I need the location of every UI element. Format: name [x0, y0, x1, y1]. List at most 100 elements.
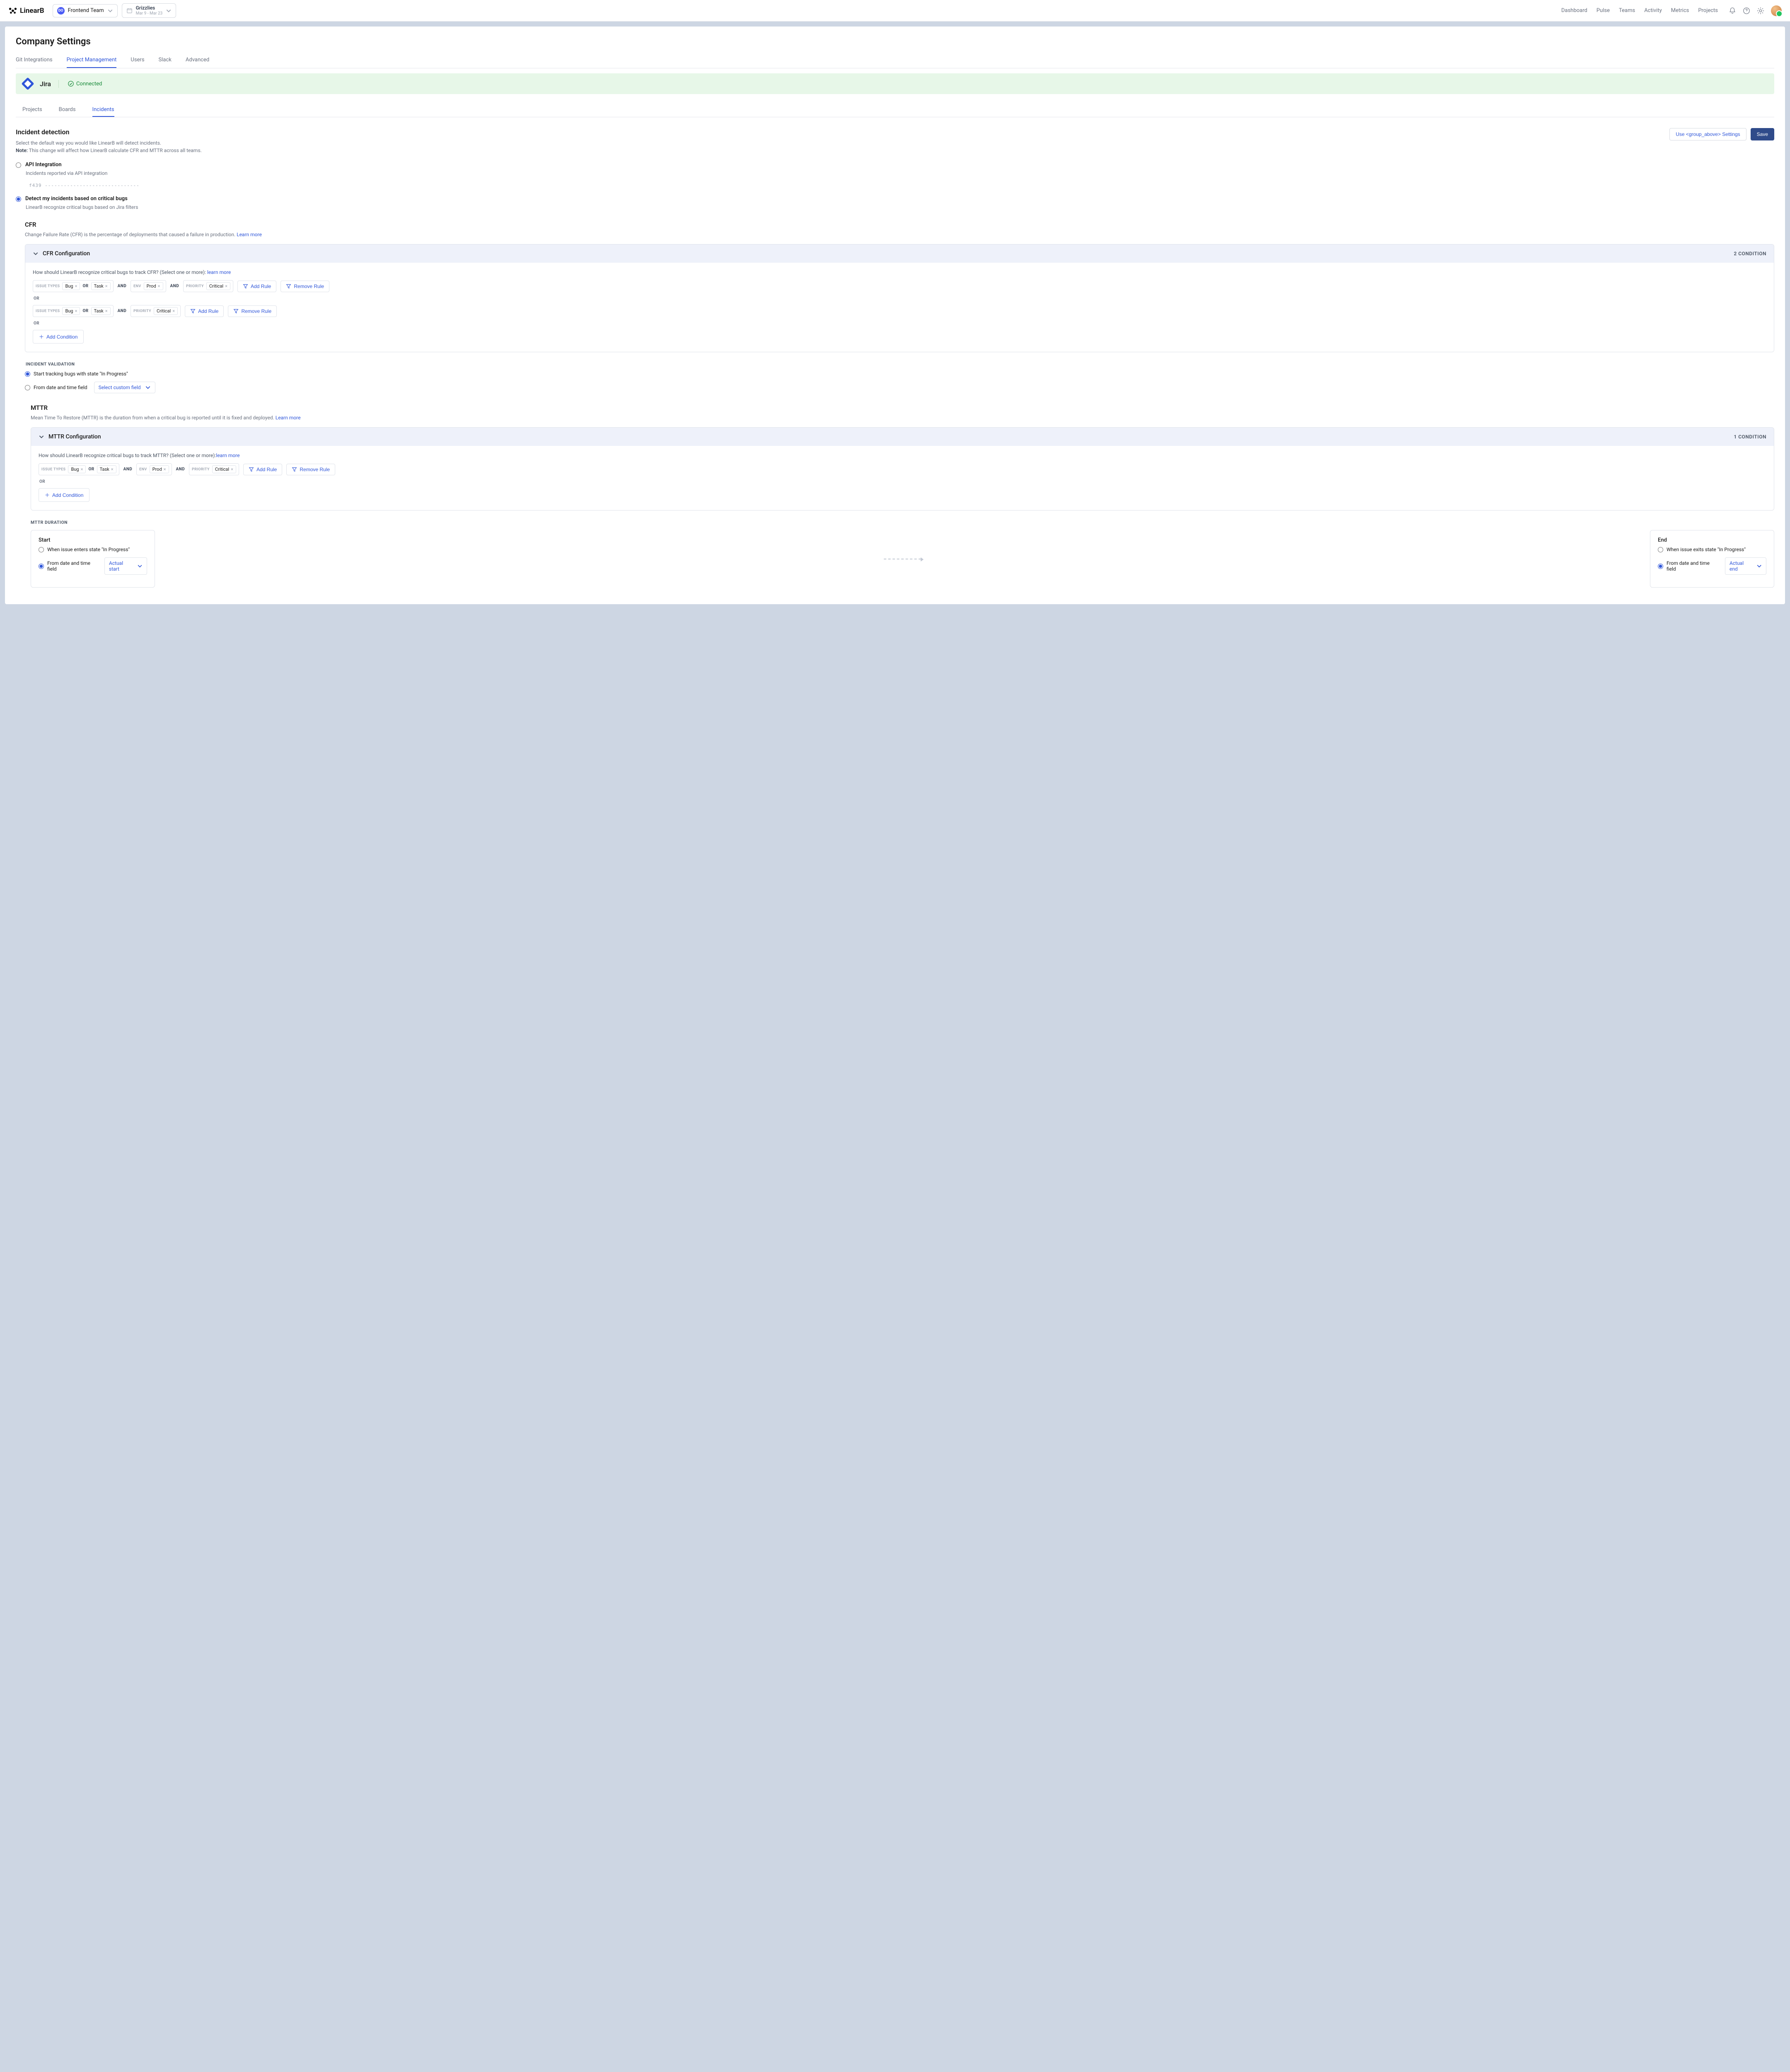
filter-icon [249, 467, 254, 472]
user-avatar[interactable] [1771, 5, 1782, 16]
or-op: OR [82, 284, 88, 288]
jira-banner: Jira Connected [16, 73, 1774, 94]
incident-actions: Use <group_above> Settings Save [1669, 128, 1774, 140]
chip-label: ENV [133, 284, 141, 288]
nav-pulse[interactable]: Pulse [1596, 7, 1610, 14]
tab-advanced[interactable]: Advanced [186, 57, 209, 68]
start-label-1: When issue enters state "In Progress" [47, 547, 130, 552]
radio-end-exit[interactable] [1658, 547, 1663, 552]
gear-icon[interactable] [1757, 7, 1764, 15]
chip-bug: Bug× [68, 465, 86, 473]
remove-chip-icon[interactable]: × [172, 308, 175, 314]
mttr-config-body: How should LinearB recognize critical bu… [31, 446, 1774, 510]
chip-label: ISSUE TYPES [36, 284, 60, 288]
nav-metrics[interactable]: Metrics [1671, 7, 1689, 14]
remove-chip-icon[interactable]: × [75, 283, 77, 289]
chip-label: ISSUE TYPES [41, 467, 65, 472]
and-op: AND [118, 284, 126, 288]
date-range-selector[interactable]: Grizzlies Mar 9 - Mar 23 [122, 3, 177, 17]
add-condition-button[interactable]: ＋Add Condition [39, 488, 90, 502]
cfr-learn-more[interactable]: learn more [207, 269, 231, 275]
start-opt-enter[interactable]: When issue enters state "In Progress" [39, 547, 147, 552]
remove-rule-button[interactable]: Remove Rule [281, 281, 329, 292]
priority-chip[interactable]: PRIORITY Critical× [183, 280, 233, 292]
filter-icon [243, 283, 248, 289]
chevron-down-icon [166, 8, 172, 14]
remove-chip-icon[interactable]: × [105, 308, 108, 314]
cfr-config-head[interactable]: CFR Configuration 2 CONDITION [25, 244, 1774, 263]
start-title: Start [39, 537, 147, 543]
nav-dashboard[interactable]: Dashboard [1561, 7, 1587, 14]
remove-chip-icon[interactable]: × [81, 467, 83, 472]
env-chip[interactable]: ENV Prod× [136, 463, 172, 475]
radio-end-date[interactable] [1658, 564, 1663, 569]
remove-chip-icon[interactable]: × [225, 283, 227, 289]
option-api-integration[interactable]: API Integration [16, 162, 1774, 168]
remove-chip-icon[interactable]: × [75, 308, 77, 314]
remove-chip-icon[interactable]: × [105, 283, 108, 289]
remove-chip-icon[interactable]: × [231, 467, 233, 472]
tab-git[interactable]: Git Integrations [16, 57, 53, 68]
env-chip[interactable]: ENV Prod× [131, 280, 166, 292]
nav-activity[interactable]: Activity [1644, 7, 1662, 14]
nav-teams[interactable]: Teams [1619, 7, 1635, 14]
help-icon[interactable] [1743, 7, 1750, 15]
mttr-learn-link[interactable]: Learn more [276, 415, 301, 421]
add-rule-button[interactable]: Add Rule [185, 305, 224, 317]
option-critical-bugs[interactable]: Detect my incidents based on critical bu… [16, 196, 1774, 202]
use-group-settings-button[interactable]: Use <group_above> Settings [1669, 128, 1746, 140]
bell-icon[interactable] [1729, 7, 1736, 15]
validation-opt-datefield[interactable]: From date and time field Select custom f… [25, 382, 1774, 393]
validation-opt-inprogress[interactable]: Start tracking bugs with state "In Progr… [25, 371, 1774, 377]
radio-start-date[interactable] [39, 564, 44, 569]
custom-field-select[interactable]: Select custom field [94, 382, 155, 393]
subtab-incidents[interactable]: Incidents [92, 107, 114, 117]
chip-critical: Critical× [212, 465, 236, 473]
jira-icon [21, 77, 34, 90]
radio-bugs[interactable] [16, 196, 21, 202]
incident-desc: Select the default way you would like Li… [16, 139, 202, 147]
subtab-projects[interactable]: Projects [22, 107, 42, 117]
start-opt-datefield[interactable]: From date and time field Actual start [39, 557, 147, 575]
save-button[interactable]: Save [1751, 128, 1774, 140]
tab-project-management[interactable]: Project Management [67, 57, 117, 68]
subtab-boards[interactable]: Boards [59, 107, 76, 117]
radio-api[interactable] [16, 162, 21, 168]
topbar-actions [1729, 5, 1782, 16]
remove-rule-button[interactable]: Remove Rule [286, 464, 335, 475]
cfr-rule-2: ISSUE TYPES Bug× OR Task× AND PRIORITY C… [33, 305, 1766, 317]
radio-start-enter[interactable] [39, 547, 44, 552]
issue-types-chip[interactable]: ISSUE TYPES Bug× OR Task× [39, 463, 119, 475]
remove-chip-icon[interactable]: × [158, 283, 160, 289]
end-opt-exit[interactable]: When issue exits state "In Progress" [1658, 547, 1766, 552]
mttr-desc: Mean Time To Restore (MTTR) is the durat… [31, 414, 1774, 421]
select-value: Select custom field [99, 385, 141, 390]
radio-datefield[interactable] [25, 385, 30, 390]
issue-types-chip[interactable]: ISSUE TYPES Bug× OR Task× [33, 305, 114, 317]
actual-start-select[interactable]: Actual start [104, 557, 147, 575]
plus-icon: ＋ [39, 333, 44, 340]
team-selector[interactable]: DO Frontend Team [53, 4, 118, 17]
priority-chip[interactable]: PRIORITY Critical× [189, 463, 239, 475]
detection-options: API Integration Incidents reported via A… [16, 162, 1774, 210]
mttr-config-head[interactable]: MTTR Configuration 1 CONDITION [31, 428, 1774, 446]
api-code: f439 ------------------------------ [29, 183, 1774, 188]
end-opt-datefield[interactable]: From date and time field Actual end [1658, 557, 1766, 575]
radio-inprogress[interactable] [25, 371, 30, 377]
issue-types-chip[interactable]: ISSUE TYPES Bug× OR Task× [33, 280, 114, 292]
tab-slack[interactable]: Slack [159, 57, 172, 68]
mttr-duration: MTTR DURATION Start When issue enters st… [31, 520, 1774, 588]
add-condition-button[interactable]: ＋Add Condition [33, 330, 84, 344]
add-rule-button[interactable]: Add Rule [243, 464, 282, 475]
remove-chip-icon[interactable]: × [111, 467, 114, 472]
and-op: AND [123, 467, 132, 472]
nav-projects[interactable]: Projects [1698, 7, 1718, 14]
tab-users[interactable]: Users [131, 57, 144, 68]
actual-end-select[interactable]: Actual end [1725, 557, 1766, 575]
add-rule-button[interactable]: Add Rule [237, 281, 276, 292]
mttr-learn-more[interactable]: learn more [216, 453, 239, 458]
priority-chip[interactable]: PRIORITY Critical× [131, 305, 181, 317]
remove-rule-button[interactable]: Remove Rule [228, 305, 277, 317]
remove-chip-icon[interactable]: × [164, 467, 166, 472]
cfr-learn-link[interactable]: Learn more [237, 232, 262, 237]
